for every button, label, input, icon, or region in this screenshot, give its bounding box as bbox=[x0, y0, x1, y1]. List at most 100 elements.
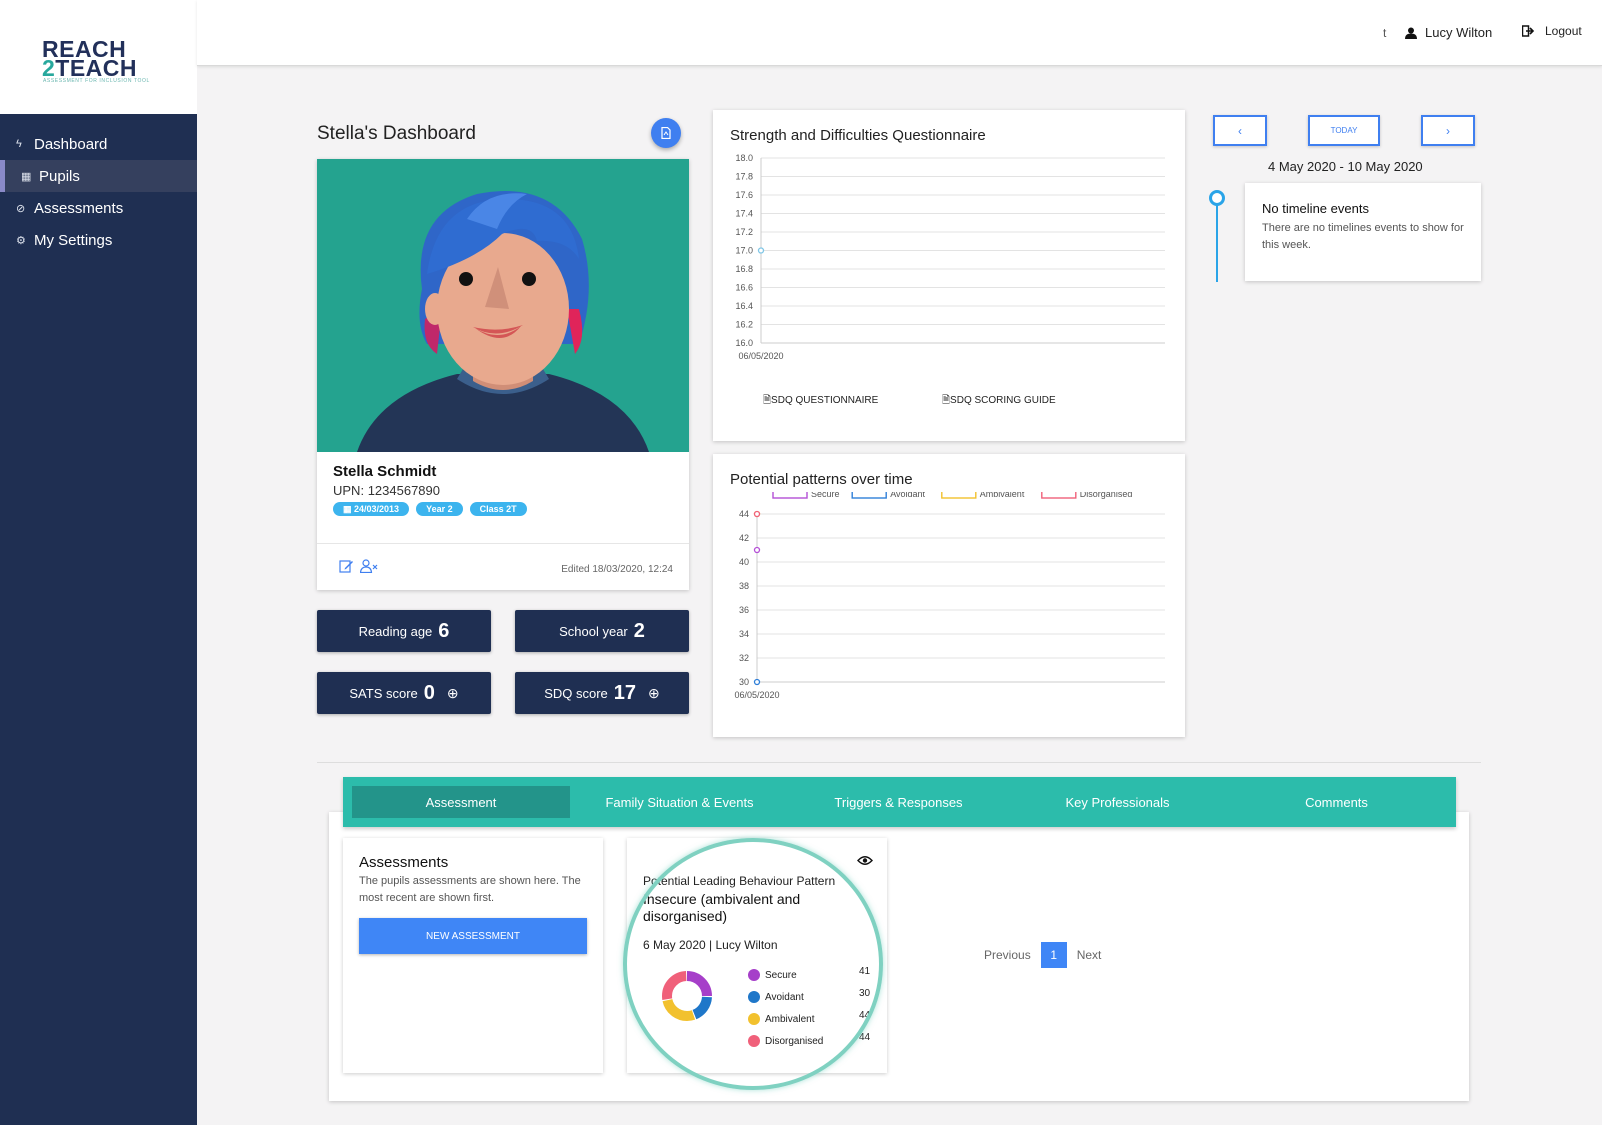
y-tick-label: 42 bbox=[739, 533, 749, 543]
patterns-chart-card: Potential patterns over time 44 42 40 38 36 3… bbox=[713, 454, 1185, 737]
edit-icon[interactable] bbox=[339, 559, 354, 573]
add-circle-icon[interactable]: ⊕ bbox=[648, 685, 660, 702]
sdq-score-button[interactable]: SDQ score 17 ⊕ bbox=[515, 672, 689, 714]
x-tick-label: 06/05/2020 bbox=[734, 690, 779, 700]
avatar bbox=[317, 159, 689, 452]
stat-value: 0 bbox=[423, 681, 435, 704]
stat-value: 17 bbox=[613, 681, 637, 704]
reading-age-button[interactable]: Reading age 6 bbox=[317, 610, 491, 652]
truncated-menu-item[interactable]: t bbox=[1383, 26, 1386, 40]
y-tick-label: 36 bbox=[739, 605, 749, 615]
date-range: 4 May 2020 - 10 May 2020 bbox=[1268, 159, 1423, 174]
assessments-title: Assessments bbox=[359, 854, 449, 871]
timeline-empty-card: No timeline events There are no timeline… bbox=[1245, 183, 1481, 281]
school-year-button[interactable]: School year 2 bbox=[515, 610, 689, 652]
legend-label: Secure bbox=[811, 492, 840, 499]
stat-label: SDQ score bbox=[544, 685, 608, 701]
avatar-illustration bbox=[317, 159, 689, 452]
page-title: Stella's Dashboard bbox=[317, 123, 476, 144]
pdf-file-icon: 🗎 bbox=[763, 395, 772, 406]
sidebar-item-dashboard[interactable]: ϟ Dashboard bbox=[0, 128, 197, 160]
x-tick-label: 06/05/2020 bbox=[738, 351, 783, 361]
y-tick-label: 16.4 bbox=[735, 301, 753, 311]
sdq-chart: 18.0 17.8 17.6 17.4 17.2 17.0 16.8 16.6 16.4 16.2… bbox=[735, 153, 1165, 361]
sdq-questionnaire-link[interactable]: 🗎SDQ QUESTIONNAIRE bbox=[763, 393, 878, 410]
tab-triggers-responses[interactable]: Triggers & Responses bbox=[789, 786, 1008, 818]
assessments-subtitle: The pupils assessments are shown here. T… bbox=[359, 875, 581, 904]
legend-secure: Secure bbox=[748, 969, 797, 981]
add-circle-icon[interactable]: ⊕ bbox=[447, 685, 459, 702]
export-pdf-button[interactable] bbox=[651, 118, 681, 148]
tab-assessment[interactable]: Assessment bbox=[352, 786, 570, 818]
page-1-button[interactable]: 1 bbox=[1040, 942, 1067, 968]
pdf-file-icon bbox=[661, 127, 671, 139]
new-assessment-button[interactable]: NEW ASSESSMENT bbox=[359, 918, 587, 954]
sdq-scoring-guide-link[interactable]: 🗎SDQ SCORING GUIDE bbox=[942, 393, 1056, 410]
logout-icon bbox=[1522, 25, 1535, 37]
previous-week-button[interactable]: ‹ bbox=[1213, 115, 1267, 146]
y-tick-label: 17.2 bbox=[735, 227, 753, 237]
timeline-marker bbox=[1209, 190, 1225, 206]
pupil-name: Stella Schmidt bbox=[333, 463, 437, 480]
next-week-button[interactable]: › bbox=[1421, 115, 1475, 146]
sats-score-button[interactable]: SATS score 0 ⊕ bbox=[317, 672, 491, 714]
sidebar: REACH 2TEACH ASSESSMENT FOR INCLUSION TO… bbox=[0, 0, 197, 1125]
y-tick-label: 30 bbox=[739, 677, 749, 687]
pupil-profile-card: Stella Schmidt UPN: 1234567890 ▦ 24/03/2… bbox=[317, 159, 689, 590]
section-divider bbox=[317, 762, 1481, 763]
today-button[interactable]: TODAY bbox=[1308, 115, 1380, 146]
sidebar-item-assessments[interactable]: ⊘ Assessments bbox=[0, 192, 197, 224]
chevron-right-icon: › bbox=[1446, 123, 1450, 138]
compass-icon: ⊘ bbox=[16, 202, 26, 215]
y-tick-label: 44 bbox=[739, 509, 749, 519]
next-page-link[interactable]: Next bbox=[1077, 948, 1102, 962]
legend-dot bbox=[748, 1035, 760, 1047]
y-tick-label: 16.6 bbox=[735, 283, 753, 293]
sidebar-nav: ϟ Dashboard ▦ Pupils ⊘ Assessments ⚙ My … bbox=[0, 128, 197, 256]
y-tick-label: 17.0 bbox=[735, 246, 753, 256]
legend-dot bbox=[748, 1013, 760, 1025]
y-tick-label: 32 bbox=[739, 653, 749, 663]
sidebar-item-settings[interactable]: ⚙ My Settings bbox=[0, 224, 197, 256]
sidebar-item-label: Pupils bbox=[39, 167, 80, 185]
y-tick-label: 40 bbox=[739, 557, 749, 567]
data-point bbox=[753, 678, 761, 686]
pdf-file-icon: 🗎 bbox=[942, 395, 951, 406]
year-chip: Year 2 bbox=[416, 502, 463, 516]
tab-family-situation[interactable]: Family Situation & Events bbox=[570, 786, 789, 818]
legend-swatch bbox=[851, 492, 887, 499]
logo[interactable]: REACH 2TEACH ASSESSMENT FOR INCLUSION TO… bbox=[0, 0, 197, 114]
legend-value-disorganised: 44 bbox=[859, 1032, 871, 1043]
user-menu[interactable]: Lucy Wilton bbox=[1405, 25, 1492, 40]
sidebar-item-pupils[interactable]: ▦ Pupils bbox=[0, 160, 197, 192]
legend-value-secure: 41 bbox=[859, 966, 871, 977]
data-point bbox=[753, 510, 761, 518]
legend-label: Disorganised bbox=[1080, 492, 1133, 499]
pupil-upn: UPN: 1234567890 bbox=[333, 483, 440, 498]
data-point bbox=[753, 546, 761, 554]
edited-timestamp: Edited 18/03/2020, 12:24 bbox=[561, 564, 673, 575]
pattern-donut-chart bbox=[662, 971, 712, 1021]
calendar-icon: ▦ bbox=[21, 170, 32, 183]
previous-page-link[interactable]: Previous bbox=[984, 948, 1031, 962]
legend-ambivalent: Ambivalent bbox=[748, 1013, 814, 1025]
logout-button[interactable]: Logout bbox=[1522, 24, 1582, 38]
behaviour-pattern-card[interactable]: Potential Leading Behaviour Pattern Inse… bbox=[627, 838, 887, 1073]
pagination: Previous 1 Next bbox=[984, 942, 1101, 968]
tab-key-professionals[interactable]: Key Professionals bbox=[1008, 786, 1227, 818]
eye-icon[interactable] bbox=[857, 854, 873, 869]
timeline-line bbox=[1216, 197, 1218, 282]
profile-actions bbox=[339, 559, 378, 573]
data-point bbox=[757, 247, 765, 254]
timeline-empty-text: There are no timelines events to show fo… bbox=[1262, 222, 1464, 251]
stat-value: 2 bbox=[633, 619, 645, 642]
remove-user-icon[interactable] bbox=[360, 559, 378, 573]
y-tick-label: 16.0 bbox=[735, 338, 753, 348]
y-tick-label: 34 bbox=[739, 629, 749, 639]
legend-label: Ambivalent bbox=[980, 492, 1025, 499]
logo-tagline: ASSESSMENT FOR INCLUSION TOOL bbox=[43, 78, 150, 84]
sdq-chart-card: Strength and Difficulties Questionnaire … bbox=[713, 110, 1185, 441]
pattern-date: 6 May 2020 | Lucy Wilton bbox=[643, 938, 778, 952]
legend-swatch bbox=[941, 492, 977, 499]
tab-comments[interactable]: Comments bbox=[1227, 786, 1446, 818]
